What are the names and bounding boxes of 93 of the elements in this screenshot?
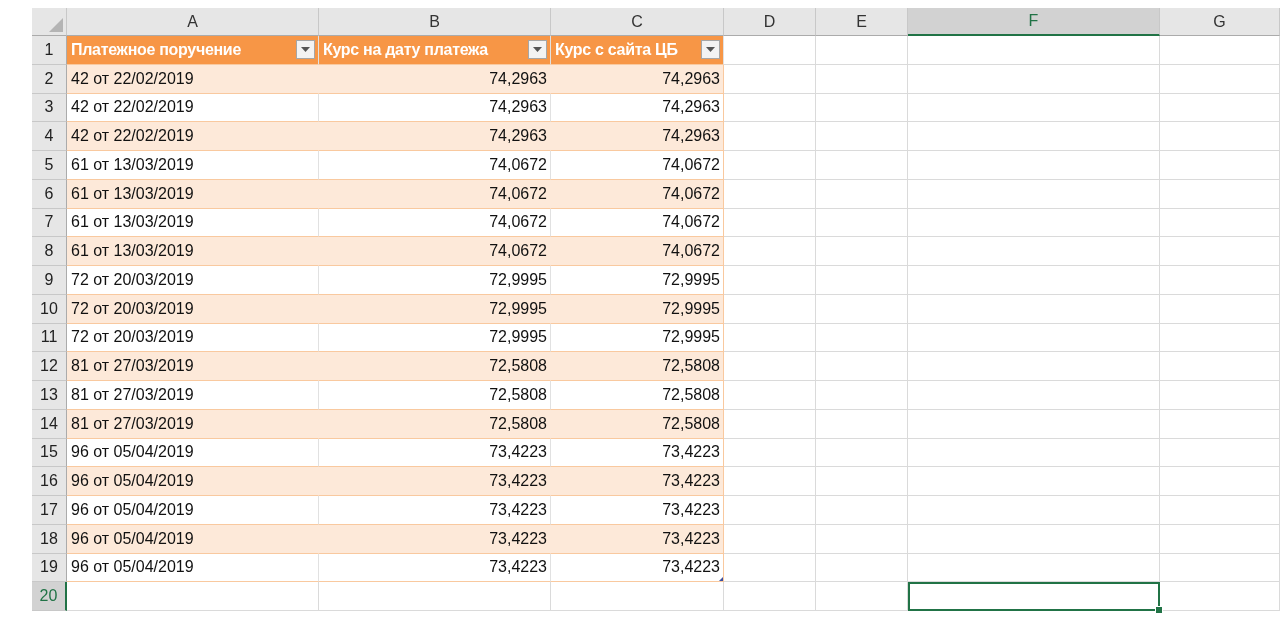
- table-cell: 72,9995: [319, 323, 551, 353]
- table-header-cell: Платежное поручение: [67, 36, 319, 65]
- row-header[interactable]: 20: [32, 582, 67, 611]
- table-cell: 72,5808: [551, 381, 724, 410]
- table-cell: 73,4223: [319, 553, 551, 583]
- table-cell: 74,2963: [319, 64, 551, 94]
- table-cell: 96 от 05/04/2019: [67, 553, 319, 583]
- table-cell: 96 от 05/04/2019: [67, 524, 319, 554]
- table-cell: 61 от 13/03/2019: [67, 208, 319, 238]
- caret-icon: [533, 47, 542, 53]
- row-header[interactable]: 19: [32, 553, 67, 583]
- table-cell: 74,0672: [551, 237, 724, 266]
- table-cell: 73,4223: [319, 438, 551, 468]
- table-cell: 81 от 27/03/2019: [67, 381, 319, 410]
- table-cell: 74,0672: [551, 208, 724, 238]
- table-cell: 81 от 27/03/2019: [67, 352, 319, 381]
- row-header[interactable]: 3: [32, 93, 67, 123]
- table-cell: 73,4223: [551, 553, 724, 583]
- table-cell: 72,9995: [319, 266, 551, 295]
- table-cell: 96 от 05/04/2019: [67, 438, 319, 468]
- table-cell: 96 от 05/04/2019: [67, 496, 319, 525]
- row-header[interactable]: 5: [32, 151, 67, 180]
- row-header[interactable]: 7: [32, 208, 67, 238]
- column-header[interactable]: C: [551, 8, 724, 36]
- row-header[interactable]: 11: [32, 323, 67, 353]
- row-header[interactable]: 12: [32, 352, 67, 381]
- row-header[interactable]: 8: [32, 237, 67, 266]
- table-cell: 42 от 22/02/2019: [67, 93, 319, 123]
- row-header[interactable]: 13: [32, 381, 67, 410]
- table-cell: 74,2963: [551, 64, 724, 94]
- table-cell: 74,0672: [551, 151, 724, 180]
- table-cell: 72 от 20/03/2019: [67, 266, 319, 295]
- table-cell: 81 от 27/03/2019: [67, 409, 319, 439]
- table-cell: 72,5808: [551, 409, 724, 439]
- table-cell: 96 от 05/04/2019: [67, 467, 319, 496]
- table-cell: 73,4223: [551, 496, 724, 525]
- column-header[interactable]: B: [319, 8, 551, 36]
- table-cell: 74,0672: [319, 151, 551, 180]
- row-header[interactable]: 16: [32, 467, 67, 496]
- caret-icon: [301, 47, 310, 53]
- row-header[interactable]: 2: [32, 64, 67, 94]
- table-cell: 72,9995: [551, 323, 724, 353]
- table-cell: 74,0672: [551, 179, 724, 209]
- table-cell: 73,4223: [319, 524, 551, 554]
- row-header[interactable]: 15: [32, 438, 67, 468]
- row-header[interactable]: 6: [32, 179, 67, 209]
- table-cell: 72,5808: [319, 381, 551, 410]
- row-header[interactable]: 4: [32, 122, 67, 151]
- table-cell: 61 от 13/03/2019: [67, 179, 319, 209]
- filter-button[interactable]: [528, 40, 547, 60]
- table-cell: 74,0672: [319, 208, 551, 238]
- table-cell: 42 от 22/02/2019: [67, 122, 319, 151]
- column-header[interactable]: A: [67, 8, 319, 36]
- table-cell: 74,0672: [319, 179, 551, 209]
- filter-button[interactable]: [701, 40, 720, 60]
- table-header-cell: Курс на дату платежа: [319, 36, 551, 65]
- column-header[interactable]: G: [1160, 8, 1280, 36]
- table-cell: 72 от 20/03/2019: [67, 323, 319, 353]
- column-header[interactable]: F: [908, 8, 1160, 36]
- table-cell: 72,9995: [551, 266, 724, 295]
- column-header[interactable]: E: [816, 8, 908, 36]
- column-header[interactable]: D: [724, 8, 816, 36]
- table-cell: 74,2963: [319, 93, 551, 123]
- table-cell: 72,5808: [319, 352, 551, 381]
- table-cell: 61 от 13/03/2019: [67, 237, 319, 266]
- table-cell: 42 от 22/02/2019: [67, 64, 319, 94]
- table-cell: 74,0672: [319, 237, 551, 266]
- table-cell: 72,9995: [319, 294, 551, 324]
- table-cell: 74,2963: [551, 122, 724, 151]
- row-header[interactable]: 18: [32, 524, 67, 554]
- table-cell: 73,4223: [551, 438, 724, 468]
- table-cell: 73,4223: [551, 524, 724, 554]
- table-cell: 72,9995: [551, 294, 724, 324]
- row-header[interactable]: 1: [32, 36, 67, 65]
- active-cell[interactable]: [908, 582, 1160, 611]
- row-header[interactable]: 10: [32, 294, 67, 324]
- table-cell: 72 от 20/03/2019: [67, 294, 319, 324]
- table-cell: 74,2963: [319, 122, 551, 151]
- table-cell: 74,2963: [551, 93, 724, 123]
- caret-icon: [706, 47, 715, 53]
- table-cell: 72,5808: [319, 409, 551, 439]
- table-cell: 61 от 13/03/2019: [67, 151, 319, 180]
- table-cell: 73,4223: [319, 467, 551, 496]
- table-cell: 73,4223: [551, 467, 724, 496]
- row-header[interactable]: 14: [32, 409, 67, 439]
- row-header[interactable]: 17: [32, 496, 67, 525]
- table-header-cell: Курс с сайта ЦБ: [551, 36, 724, 65]
- table-cell: 73,4223: [319, 496, 551, 525]
- fill-handle[interactable]: [1155, 606, 1163, 614]
- row-header[interactable]: 9: [32, 266, 67, 295]
- table-cell: 72,5808: [551, 352, 724, 381]
- filter-button[interactable]: [296, 40, 315, 60]
- select-all-icon[interactable]: [49, 18, 63, 32]
